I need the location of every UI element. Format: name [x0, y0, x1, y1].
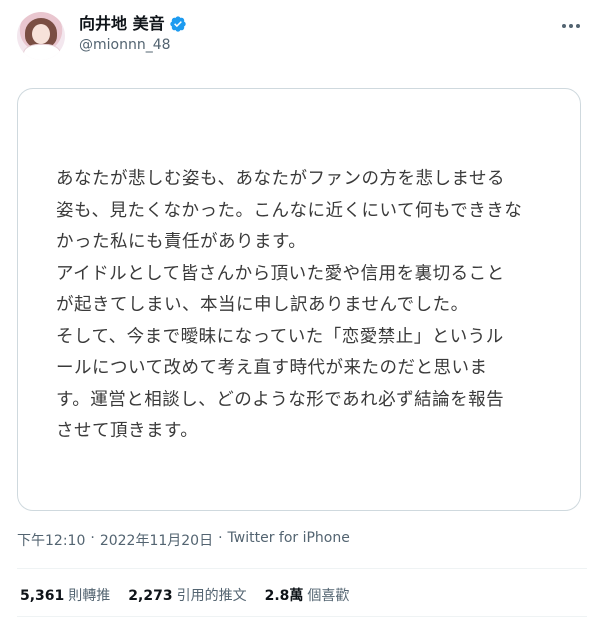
meta-separator: ·: [90, 530, 95, 546]
retweets-stat[interactable]: 5,361 則轉推: [20, 585, 110, 605]
statement-line: アイドルとして皆さんから頂いた愛や信用を裏切ること: [56, 263, 505, 284]
retweets-count: 5,361: [20, 588, 65, 604]
statement-line: 姿も、見たくなかった。こんなに近くにいて何もでききな: [56, 200, 523, 221]
divider: [17, 616, 587, 617]
verified-badge-icon: [169, 16, 186, 32]
tweet-stats: 5,361 則轉推 2,273 引用的推文 2.8萬 個喜歡: [20, 585, 349, 605]
quotes-stat[interactable]: 2,273 引用的推文: [128, 585, 246, 605]
more-options-icon[interactable]: [559, 18, 583, 34]
statement-line: そして、今まで曖昧になっていた「恋愛禁止」というル: [56, 326, 504, 347]
tweet-date[interactable]: 2022年11月20日: [100, 530, 213, 550]
meta-separator: ·: [218, 530, 223, 546]
likes-stat[interactable]: 2.8萬 個喜歡: [265, 585, 350, 605]
statement-line: が起きてしまい、本当に申し訳ありませんでした。: [56, 295, 469, 315]
author-avatar[interactable]: [17, 12, 65, 60]
tweet-header: 向井地 美音 @mionnn_48: [17, 12, 587, 62]
quotes-label: 引用的推文: [176, 588, 247, 604]
statement-line: あなたが悲しむ姿も、あなたがファンの方を悲しませる: [56, 169, 505, 189]
tweet-metadata: 下午12:10 · 2022年11月20日 · Twitter for iPhone: [17, 530, 350, 550]
statement-line: させて頂きます。: [56, 421, 199, 441]
retweets-label: 則轉推: [68, 588, 111, 604]
tweet-time[interactable]: 下午12:10: [17, 530, 85, 550]
tweet-image-card[interactable]: あなたが悲しむ姿も、あなたがファンの方を悲しませる 姿も、見たくなかった。こんな…: [17, 88, 581, 511]
author-display-name[interactable]: 向井地 美音: [79, 14, 165, 34]
statement-text: あなたが悲しむ姿も、あなたがファンの方を悲しませる 姿も、見たくなかった。こんな…: [56, 164, 546, 448]
quotes-count: 2,273: [128, 588, 173, 604]
statement-line: す。運営と相談し、どのような形であれ必ず結論を報告: [56, 389, 505, 410]
tweet-source[interactable]: Twitter for iPhone: [228, 530, 350, 550]
author-name-row[interactable]: 向井地 美音: [79, 14, 187, 34]
likes-count: 2.8萬: [264, 588, 304, 604]
divider: [17, 568, 587, 569]
statement-line: ールについて改めて考え直す時代が来たのだと思いま: [56, 358, 488, 378]
author-handle[interactable]: @mionnn_48: [79, 37, 171, 53]
likes-label: 個喜歡: [307, 588, 350, 604]
statement-line: かった私にも責任があります。: [56, 232, 307, 252]
